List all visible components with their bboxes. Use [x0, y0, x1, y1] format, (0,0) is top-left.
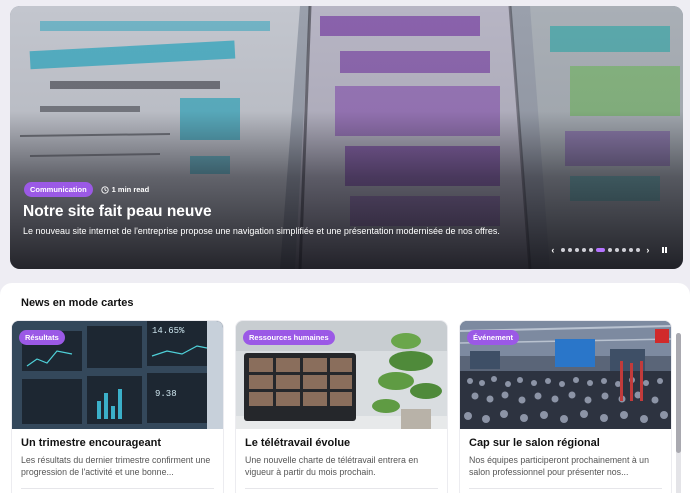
card-title[interactable]: Le télétravail évolue [245, 437, 350, 449]
hero-description: Le nouveau site internet de l'entreprise… [23, 226, 500, 236]
category-badge[interactable]: Communication [24, 182, 93, 197]
card-title[interactable]: Un trimestre encourageant [21, 437, 161, 449]
carousel-dot[interactable] [574, 248, 579, 252]
hero-meta: Communication 1 min read [24, 182, 149, 197]
carousel-dot[interactable] [621, 248, 626, 252]
svg-text:14.65%: 14.65% [152, 326, 185, 336]
carousel-dot[interactable] [567, 248, 572, 252]
carousel-dot[interactable] [635, 248, 640, 252]
read-time: 1 min read [101, 185, 150, 194]
news-card[interactable]: 14.65% 9.38 Résultats Un trimestre encou… [11, 320, 224, 493]
card-divider [21, 488, 214, 489]
news-cards-section: News en mode cartes 14.65% 9.38 Résultat… [0, 283, 690, 493]
hero-carousel[interactable]: Communication 1 min read Notre site fait… [10, 6, 683, 269]
card-category-badge[interactable]: Résultats [19, 330, 65, 345]
section-title: News en mode cartes [21, 297, 134, 309]
carousel-dot[interactable] [607, 248, 612, 252]
scrollbar[interactable] [676, 333, 681, 493]
clock-icon [101, 185, 109, 194]
carousel-dot[interactable] [560, 248, 565, 252]
card-category-badge[interactable]: Événement [467, 330, 520, 345]
carousel-dot[interactable] [595, 248, 605, 252]
news-card[interactable]: Ressources humaines Le télétravail évolu… [235, 320, 448, 493]
carousel-dot[interactable] [581, 248, 586, 252]
carousel-pager: ‹ › [548, 245, 667, 255]
carousel-dot[interactable] [628, 248, 633, 252]
card-category-badge[interactable]: Ressources humaines [243, 330, 335, 345]
card-excerpt: Une nouvelle charte de télétravail entre… [245, 455, 419, 477]
carousel-dot[interactable] [588, 248, 593, 252]
chevron-right-icon[interactable]: › [643, 245, 653, 255]
news-card[interactable]: Événement Cap sur le salon régional Nos … [459, 320, 672, 493]
carousel-dot[interactable] [614, 248, 619, 252]
pause-icon[interactable] [661, 247, 667, 253]
scrollbar-thumb[interactable] [676, 333, 681, 453]
card-title[interactable]: Cap sur le salon régional [469, 437, 600, 449]
hero-title[interactable]: Notre site fait peau neuve [23, 203, 212, 221]
read-time-label: 1 min read [111, 185, 150, 194]
card-divider [245, 488, 438, 489]
chevron-left-icon[interactable]: ‹ [548, 245, 558, 255]
carousel-dots [560, 248, 640, 252]
card-excerpt: Nos équipes participeront prochainement … [469, 455, 649, 477]
card-divider [469, 488, 662, 489]
card-excerpt: Les résultats du dernier trimestre confi… [21, 455, 211, 477]
svg-text:9.38: 9.38 [155, 389, 177, 399]
